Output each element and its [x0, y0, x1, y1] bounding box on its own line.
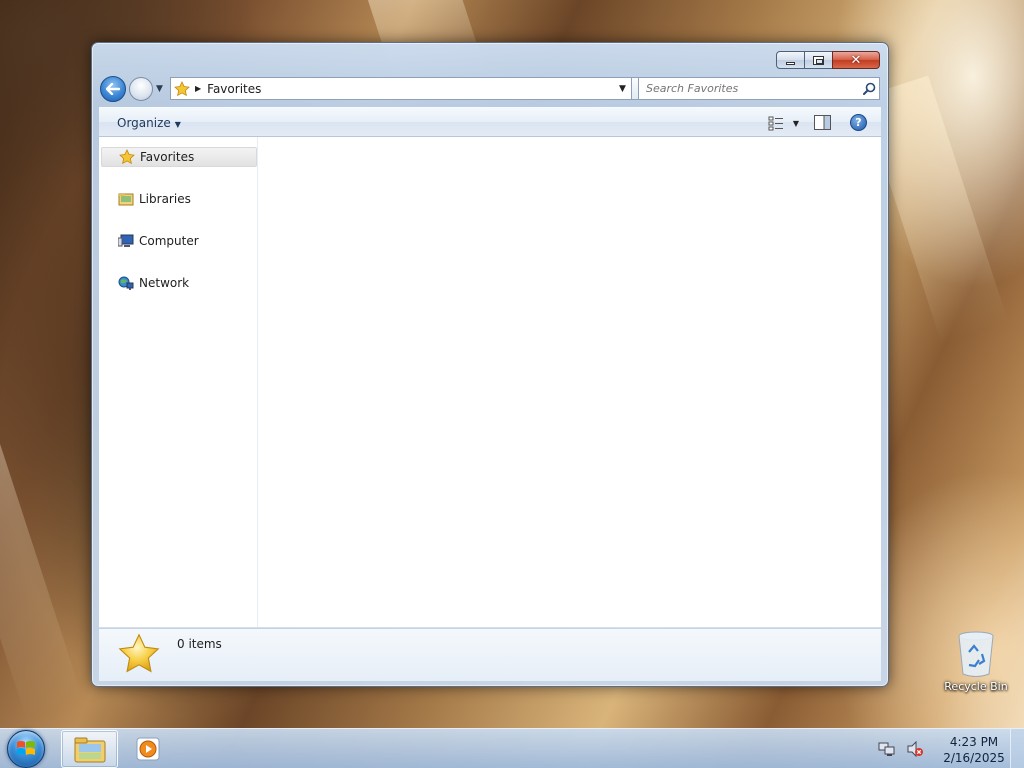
windows-logo-icon: [17, 741, 35, 755]
nav-item-label: Computer: [139, 234, 199, 248]
system-clock[interactable]: 4:23 PM 2/16/2025: [943, 734, 1005, 766]
desktop-icon-label: Recycle Bin: [944, 680, 1008, 693]
chevron-down-icon: ▼: [792, 118, 799, 128]
address-bar[interactable]: ▶ Favorites ▼: [170, 77, 632, 100]
nav-item-label: Libraries: [139, 192, 191, 206]
search-box[interactable]: [638, 77, 880, 100]
command-bar: Organize ▼ ▼ ?: [99, 107, 881, 137]
notification-area: [878, 740, 924, 760]
star-icon: [117, 632, 161, 679]
views-icon: [768, 116, 783, 131]
search-input[interactable]: [646, 82, 859, 95]
details-pane: 0 items: [99, 629, 881, 681]
back-button[interactable]: [100, 76, 126, 102]
star-icon: [171, 80, 193, 97]
recycle-bin-icon: [956, 630, 996, 678]
nav-item-libraries[interactable]: Libraries: [101, 189, 257, 209]
breadcrumb-separator-icon[interactable]: ▶: [195, 84, 201, 93]
network-icon: [118, 275, 134, 291]
nav-item-network[interactable]: Network: [101, 273, 257, 293]
nav-item-label: Network: [139, 276, 190, 290]
nav-item-label: Favorites: [140, 150, 195, 164]
nav-item-favorites[interactable]: Favorites: [101, 147, 257, 167]
item-count: 0 items: [177, 637, 222, 651]
taskbar-media-player[interactable]: [120, 730, 176, 768]
network-status-icon[interactable]: [878, 741, 896, 760]
computer-icon: [118, 233, 134, 249]
search-icon[interactable]: [859, 82, 879, 95]
close-button[interactable]: ✕: [832, 51, 880, 69]
address-dropdown-button[interactable]: ▼: [613, 83, 631, 94]
recent-pages-dropdown[interactable]: ▼: [156, 84, 163, 94]
preview-pane-icon: [814, 115, 831, 130]
explorer-window[interactable]: ✕ ▼ ▶ Favorites ▼ ⇆ Organize▼: [91, 42, 889, 687]
taskbar: 4:23 PM 2/16/2025: [0, 728, 1024, 768]
back-arrow-icon: [106, 83, 120, 95]
clock-date: 2/16/2025: [943, 751, 1005, 765]
forward-button[interactable]: [129, 77, 153, 101]
navigation-bar: ▼ ▶ Favorites ▼ ⇆: [100, 76, 880, 102]
preview-pane-button[interactable]: [814, 115, 831, 133]
libraries-icon: [118, 191, 134, 207]
nav-item-computer[interactable]: Computer: [101, 231, 257, 251]
taskbar-windows-explorer[interactable]: [61, 730, 118, 768]
maximize-button[interactable]: [804, 51, 833, 69]
file-list-pane[interactable]: [259, 137, 881, 627]
help-icon: ?: [855, 116, 862, 129]
breadcrumb-location[interactable]: Favorites: [207, 82, 613, 96]
folder-icon: [74, 737, 105, 763]
clock-time: 4:23 PM: [949, 735, 999, 749]
change-view-button[interactable]: ▼: [768, 115, 799, 131]
volume-muted-icon[interactable]: [906, 740, 924, 760]
star-icon: [119, 149, 135, 165]
navigation-pane: Favorites Libraries Computer Network: [99, 137, 258, 627]
minimize-button[interactable]: [776, 51, 805, 69]
show-desktop-button[interactable]: [1010, 729, 1024, 768]
caption-buttons: ✕: [776, 51, 880, 69]
organize-button[interactable]: Organize ▼: [117, 116, 181, 130]
organize-label: Organize: [117, 116, 171, 130]
start-button[interactable]: [7, 730, 45, 768]
help-button[interactable]: ?: [850, 114, 867, 131]
content-area: Favorites Libraries Computer Network: [99, 137, 881, 628]
desktop-icon-recycle-bin[interactable]: Recycle Bin: [938, 630, 1014, 693]
media-player-icon: [136, 737, 160, 761]
